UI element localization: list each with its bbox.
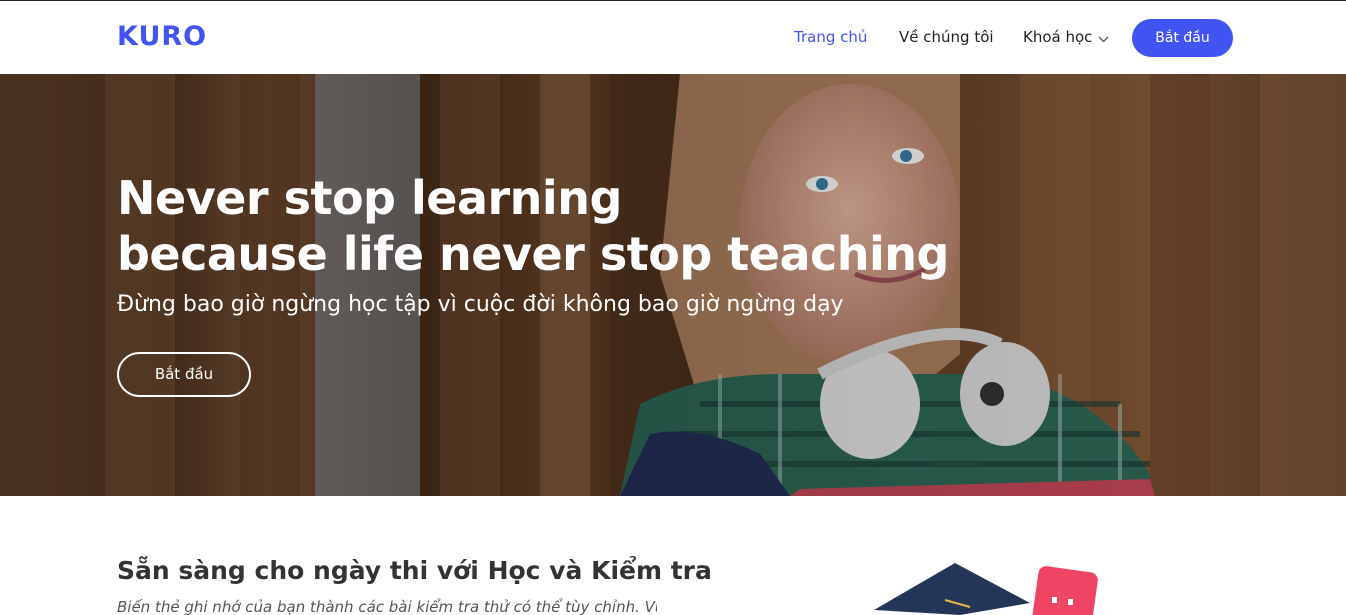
features-description: Biến thẻ ghi nhớ của bạn thành các bài k… (117, 598, 657, 615)
graduation-cap-illustration (874, 563, 1098, 615)
get-started-button[interactable]: Bắt đầu (1132, 19, 1233, 57)
nav-about[interactable]: Về chúng tôi (899, 27, 994, 47)
hero-subtitle: Đừng bao giờ ngừng học tập vì cuộc đời k… (117, 292, 844, 317)
brand-logo[interactable]: KURO (117, 21, 207, 53)
nav-courses-label: Khoá học (1023, 28, 1093, 46)
nav-courses[interactable]: Khoá học (1023, 27, 1109, 48)
site-header: KURO Trang chủ Về chúng tôi Khoá học Bắt… (0, 1, 1346, 74)
features-title: Sẵn sàng cho ngày thi với Học và Kiểm tr… (117, 556, 712, 585)
hero-background-image (0, 74, 1346, 496)
nav-home[interactable]: Trang chủ (794, 27, 867, 47)
hero-title-line-2: because life never stop teaching (117, 227, 949, 281)
hero-section: Never stop learning because life never s… (0, 74, 1346, 496)
hero-title-line-1: Never stop learning (117, 171, 622, 225)
hero-title: Never stop learning because life never s… (117, 170, 1017, 282)
chevron-down-icon (1098, 28, 1109, 48)
hero-start-button[interactable]: Bắt đầu (117, 352, 251, 397)
